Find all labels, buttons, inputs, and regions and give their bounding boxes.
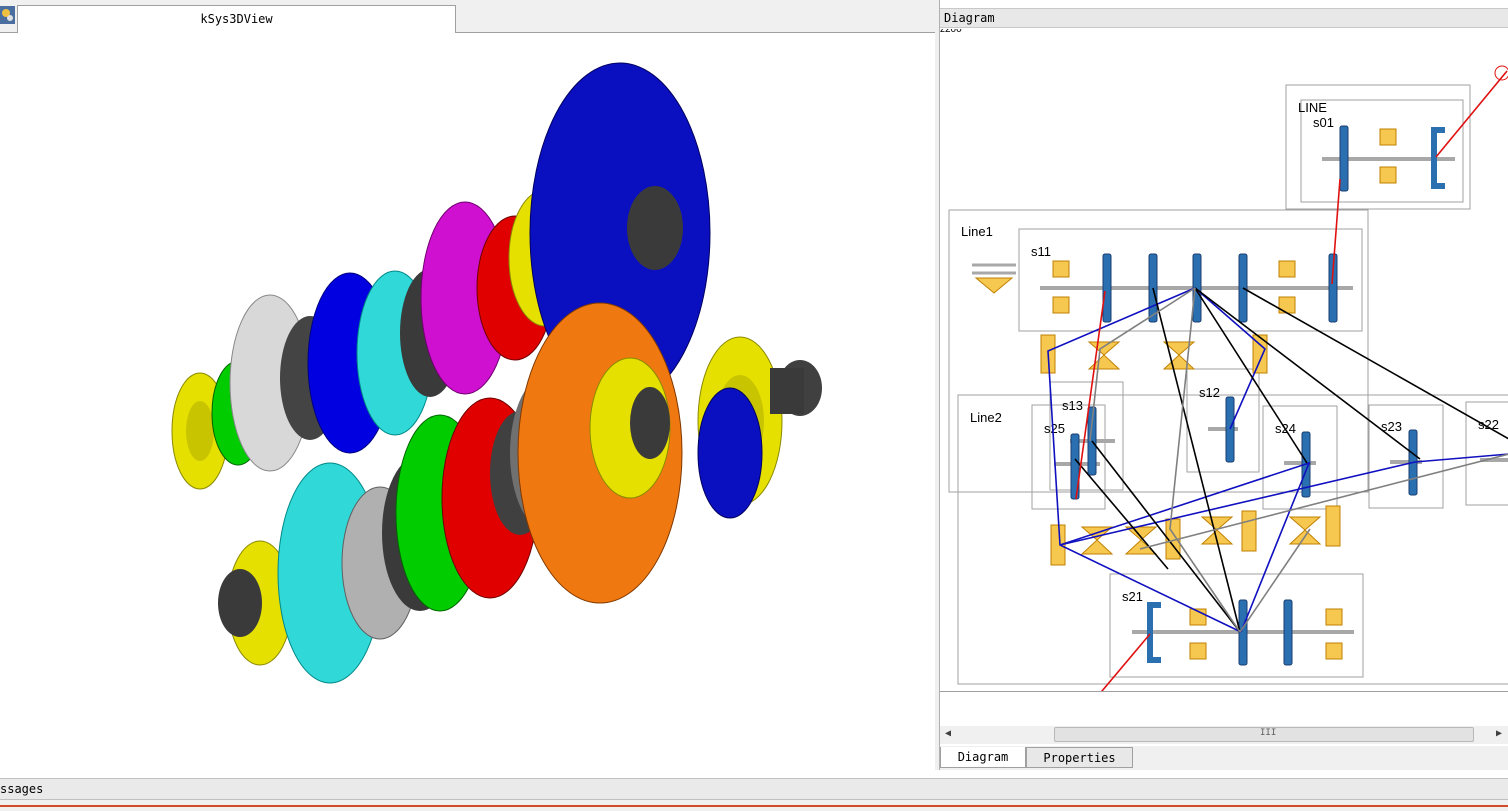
shaft-label-s22: s22: [1478, 417, 1499, 432]
scroll-right-icon[interactable]: ▶: [1496, 728, 1502, 739]
messages-label: ssages: [0, 782, 44, 796]
shaft-label-s21: s21: [1122, 589, 1143, 604]
messages-panel-header[interactable]: ssages: [0, 778, 1508, 800]
diagram-bottom-tabs: Diagram Properties: [940, 746, 1508, 770]
diagram-pane-title: Diagram: [944, 11, 995, 25]
tab-diagram[interactable]: Diagram: [940, 747, 1026, 768]
mesh-links: [1047, 287, 1508, 633]
scroll-grip: III: [1260, 728, 1277, 738]
shaft-label-s12: s12: [1199, 385, 1220, 400]
diagram-canvas[interactable]: z200 LINE s01 Line1 s11 Line2 s13 s25 s1…: [940, 29, 1508, 692]
middle-shaft-group: [697, 336, 822, 519]
status-strip: [0, 800, 1508, 811]
tab-ksys3dview[interactable]: kSys3DView: [17, 5, 456, 33]
canvas-corner-label: z200: [940, 29, 962, 35]
gear-app-icon[interactable]: [0, 6, 15, 24]
status-strip-line: [0, 805, 1508, 807]
scroll-thumb[interactable]: III: [1054, 727, 1474, 742]
shaft-label-s11: s11: [1031, 244, 1051, 259]
shaft-label-s13: s13: [1062, 398, 1083, 413]
shaft-label-s25: s25: [1044, 421, 1065, 436]
diagram-horizontal-scrollbar[interactable]: ◀ III ▶: [940, 726, 1508, 744]
tab-properties[interactable]: Properties: [1026, 747, 1133, 768]
3d-view-tabstrip: kSys3DView: [0, 0, 935, 33]
3d-gear-model[interactable]: [0, 33, 935, 770]
diagram-pane-header: Diagram: [940, 8, 1508, 28]
shaft-box-s11[interactable]: [1018, 228, 1363, 332]
tab-diagram-label: Diagram: [957, 750, 1009, 764]
tab-properties-label: Properties: [1043, 751, 1116, 765]
diagram-svg[interactable]: z200 LINE s01 Line1 s11 Line2 s13 s25 s1…: [940, 29, 1508, 691]
scroll-left-icon[interactable]: ◀: [945, 728, 951, 739]
diagram-pane: Diagram z200 LINE s01 Line1 s11 Line2 s1…: [939, 0, 1508, 770]
3d-view-pane: kSys3DView: [0, 0, 935, 770]
group-label-line: LINE: [1298, 100, 1327, 115]
shaft-label-s01: s01: [1313, 115, 1334, 130]
group-label-line1: Line1: [961, 224, 993, 239]
tab-ksys3dview-label: kSys3DView: [200, 12, 273, 26]
shaft-box-s12[interactable]: [1186, 368, 1260, 473]
group-label-line2: Line2: [970, 410, 1002, 425]
